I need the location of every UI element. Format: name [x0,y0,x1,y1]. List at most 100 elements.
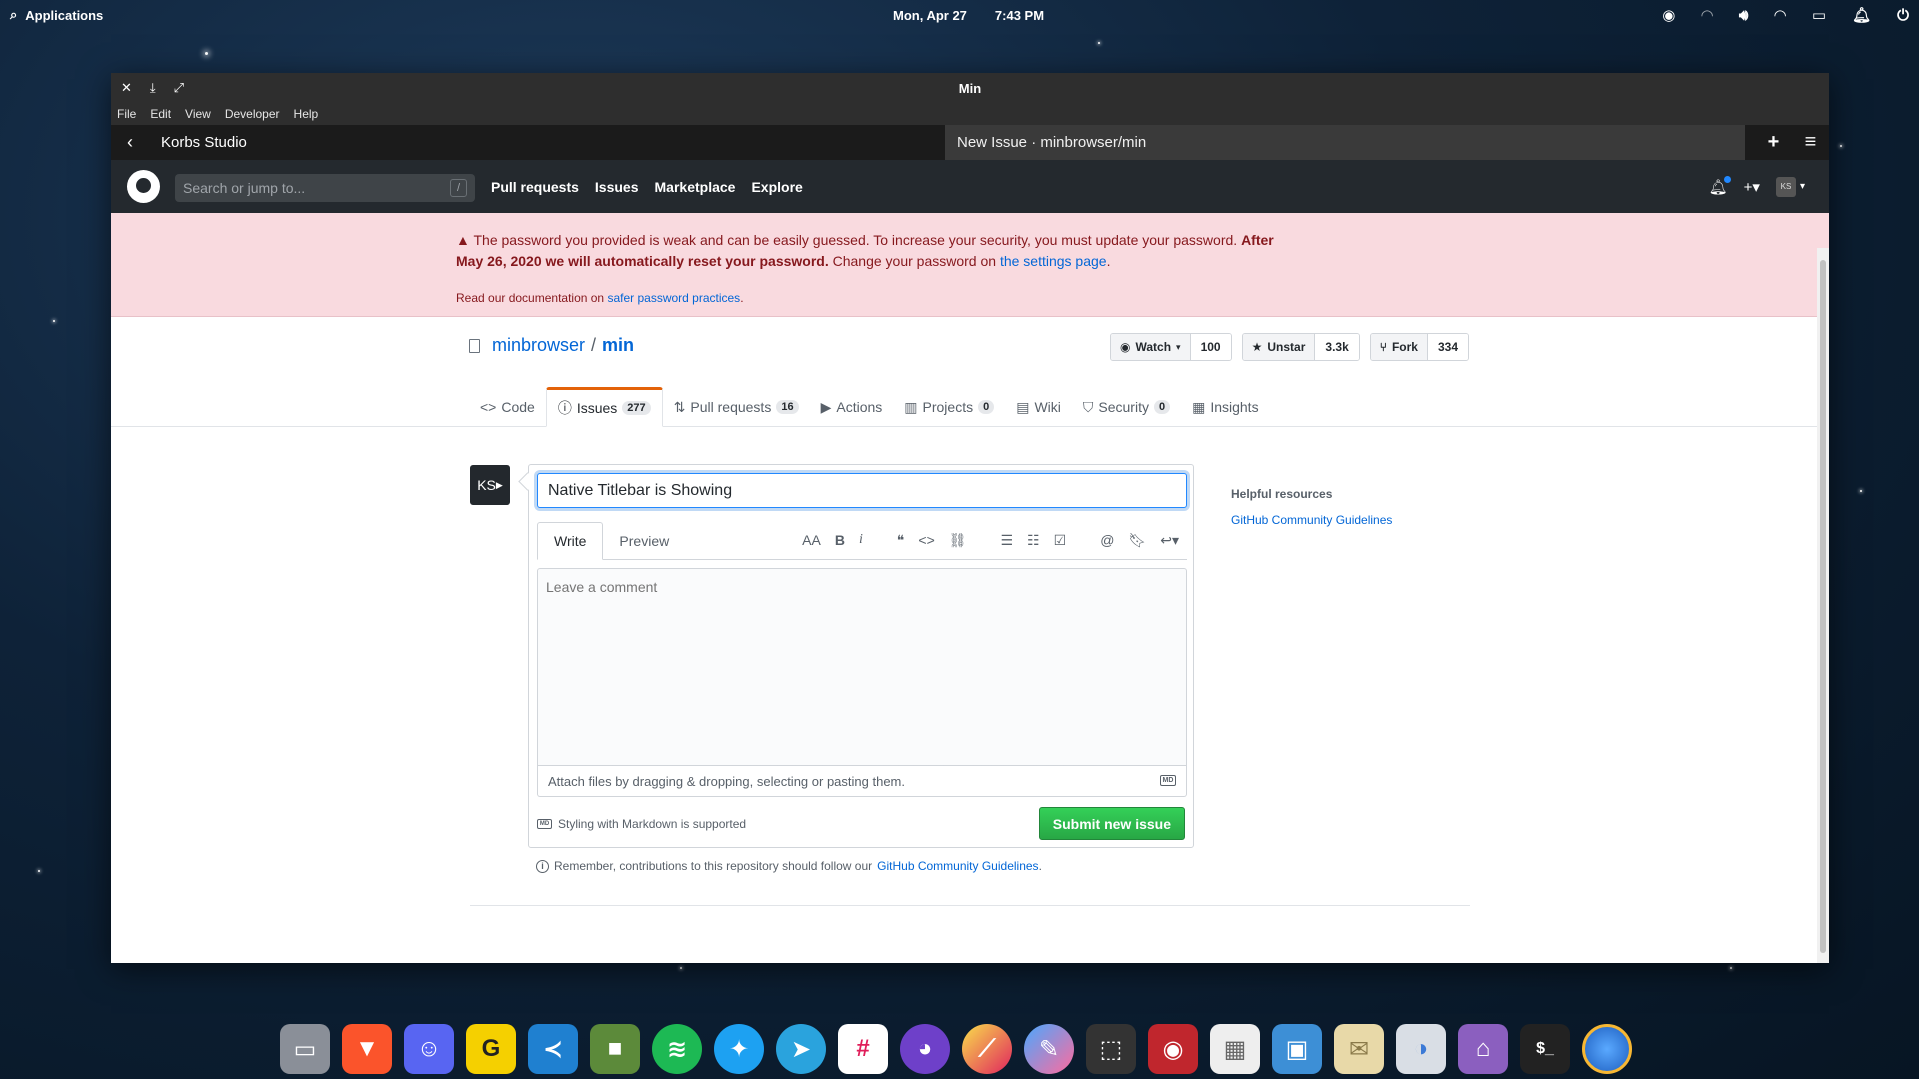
attach-files-bar[interactable]: Attach files by dragging & dropping, sel… [537,765,1187,797]
avatar[interactable]: KS ▶ [470,465,510,505]
dock-screen-recorder[interactable]: ◉ [1148,1024,1198,1074]
tab-preview[interactable]: Preview [603,522,685,559]
dock-brave[interactable]: ▼ [342,1024,392,1074]
dock-mail[interactable]: ✉ [1334,1024,1384,1074]
issue-title-input[interactable] [537,473,1187,508]
dock-github[interactable]: ◕ [900,1024,950,1074]
page-scrollbar[interactable] [1817,248,1829,963]
tab-insights[interactable]: ▦ Insights [1181,387,1269,427]
mention-icon[interactable]: @ [1100,532,1114,548]
close-window-icon[interactable]: ✕ [121,80,132,96]
bell-icon[interactable]: 🔔︎ [1709,175,1731,196]
network-icon[interactable]: ◠ [1701,6,1713,24]
dock-guides[interactable]: G [466,1024,516,1074]
discord-tray-icon[interactable]: ◉ [1662,6,1675,24]
submit-new-issue-button[interactable]: Submit new issue [1038,807,1185,840]
scrollbar-thumb[interactable] [1820,260,1826,953]
tab-security[interactable]: ⛉ Security 0 [1072,387,1181,427]
dock-terminal[interactable]: $_ [1520,1024,1570,1074]
dock-slack[interactable]: # [838,1024,888,1074]
bold-icon[interactable]: B [835,532,845,548]
dock-store[interactable]: ⌂ [1458,1024,1508,1074]
repo-name-link[interactable]: min [602,335,634,356]
link-icon[interactable]: ⛓ [949,532,967,549]
menu-view[interactable]: View [185,107,211,121]
watch-label: Watch [1135,340,1172,354]
sidebar-guidelines-link[interactable]: GitHub Community Guidelines [1231,513,1392,527]
repo-owner-link[interactable]: minbrowser [492,335,585,356]
user-menu[interactable]: KS ▾ [1775,176,1805,197]
tab-label: Code [501,399,535,415]
nav-pull-requests[interactable]: Pull requests [491,179,579,195]
envelope-icon: ✉ [1348,1035,1370,1063]
italic-icon[interactable]: i [859,532,863,548]
nav-explore[interactable]: Explore [751,179,802,195]
minimize-window-icon[interactable]: ⤓ [150,80,156,96]
dock-lollypop[interactable]: ⟋ [962,1024,1012,1074]
tab-code[interactable]: <> Code [469,387,546,427]
dock-screenshot[interactable]: ⬚ [1086,1024,1136,1074]
maximize-window-icon[interactable]: ⤢ [174,80,184,96]
helpful-resources: Helpful resources GitHub Community Guide… [1231,487,1392,527]
tab-wiki[interactable]: ▤ Wiki [1005,387,1072,427]
task-list-icon[interactable]: ☑ [1054,532,1067,549]
menu-developer[interactable]: Developer [225,107,280,121]
dock-minecraft[interactable]: ■ [590,1024,640,1074]
dock-files[interactable]: ▭ [280,1024,330,1074]
wifi-icon[interactable]: ◠ [1774,6,1786,24]
tab-actions[interactable]: ▶ Actions [810,387,894,427]
tab-issues[interactable]: ⓘ Issues 277 [545,387,663,427]
github-logo-icon[interactable] [127,170,160,203]
chevron-down-icon: ▾ [1799,181,1805,192]
watch-button[interactable]: ◉ Watch ▾ [1111,334,1191,360]
fork-count[interactable]: 334 [1427,334,1468,360]
star-count[interactable]: 3.3k [1315,334,1359,360]
settings-page-link[interactable]: the settings page [1000,253,1107,269]
menu-edit[interactable]: Edit [150,107,171,121]
quote-icon[interactable]: ❝ [897,532,905,549]
dock-vscode[interactable]: ≺ [528,1024,578,1074]
dock-settings[interactable]: ◑ [1396,1024,1446,1074]
dock-discord[interactable]: ☺ [404,1024,454,1074]
numbered-list-icon[interactable]: ☷ [1027,532,1040,549]
tab-write[interactable]: Write [537,522,604,560]
dock-color-picker[interactable]: ✎ [1024,1024,1074,1074]
dock-twitter[interactable]: ✦ [714,1024,764,1074]
tab-korbs-studio[interactable]: Korbs Studio [161,134,951,151]
tab-pull-requests[interactable]: ⇅ Pull requests 16 [663,387,810,427]
unstar-button[interactable]: ★ Unstar [1242,334,1316,360]
code-icon[interactable]: <> [918,532,934,548]
create-new-plus-icon[interactable]: +▾ [1744,178,1760,196]
menu-help[interactable]: Help [294,107,319,121]
dock-calendar[interactable]: ▦ [1210,1024,1260,1074]
tab-projects[interactable]: ▥ Projects 0 [893,387,1005,427]
bulleted-list-icon[interactable]: ☰ [1001,532,1014,549]
text-size-icon[interactable]: AA [802,532,821,548]
dock-photos[interactable]: ▣ [1272,1024,1322,1074]
power-icon[interactable]: ⏻ [1897,7,1909,24]
back-arrow-icon[interactable]: ‹ [115,132,145,153]
password-practices-link[interactable]: safer password practices [607,291,740,305]
community-guidelines-link[interactable]: GitHub Community Guidelines [877,859,1038,873]
dock-min[interactable] [1582,1024,1632,1074]
hamburger-menu-icon[interactable]: ≡ [1792,125,1829,160]
battery-icon[interactable]: ▭ [1812,6,1826,24]
nav-marketplace[interactable]: Marketplace [655,179,736,195]
tab-new-issue[interactable]: New Issue · minbrowser/min [945,125,1745,160]
notifications-icon[interactable]: 🔔︎ [1852,6,1871,24]
reply-icon[interactable]: ↩▾ [1160,532,1179,549]
search-input[interactable]: Search or jump to... / [175,174,475,202]
dock-telegram[interactable]: ➤ [776,1024,826,1074]
menu-file[interactable]: File [117,107,136,121]
watch-count[interactable]: 100 [1190,334,1231,360]
bookmark-icon[interactable]: 🔖︎ [1128,532,1146,549]
new-tab-plus-icon[interactable]: + [1755,125,1792,160]
applications-menu[interactable]: ⌕ Applications [10,0,103,30]
markdown-supported-note[interactable]: MD Styling with Markdown is supported [537,817,746,831]
comment-textarea[interactable] [537,568,1187,766]
volume-icon[interactable]: 🔊︎ [1739,7,1748,24]
fork-button[interactable]: ⑂ Fork [1370,334,1428,360]
clock[interactable]: Mon, Apr 27 7:43 PM [893,0,1044,30]
nav-issues[interactable]: Issues [595,179,639,195]
dock-spotify[interactable]: ≋ [652,1024,702,1074]
